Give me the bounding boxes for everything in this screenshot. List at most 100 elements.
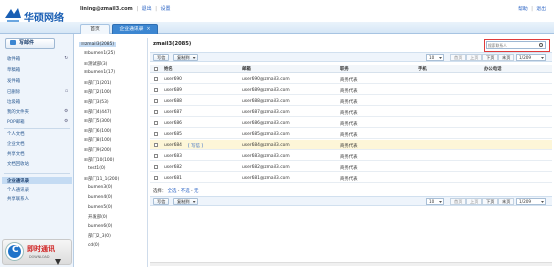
expand-icon[interactable]: ⊞ [84, 90, 88, 95]
tree-item[interactable]: ⊞部门5(300) [84, 118, 111, 124]
column-header-phone[interactable]: 办公电话 [484, 66, 502, 72]
close-icon[interactable]: × [146, 27, 150, 32]
tree-item[interactable]: ⊞部门11_1(200) [84, 176, 119, 182]
contact-email[interactable]: user683@zmail3.com [242, 154, 290, 159]
table-row[interactable]: user689 user689@zmail3.com 商务代表 [150, 85, 552, 95]
tab-enterprise-contacts[interactable]: 企业通讯录 × [112, 24, 158, 34]
row-checkbox[interactable] [154, 88, 158, 92]
table-row[interactable]: user688 user688@zmail3.com 商务代表 [150, 96, 552, 106]
tab-home[interactable]: 首页 [80, 24, 110, 34]
row-checkbox[interactable] [154, 154, 158, 158]
sidebar-item-shared-docs[interactable]: 共享文档 [7, 151, 25, 157]
sidebar-item-deleted[interactable]: 已删除 [7, 89, 20, 95]
contact-email[interactable]: user690@zmail3.com [242, 77, 290, 82]
tree-item[interactable]: ⊞部门2(100) [84, 89, 111, 95]
tree-item[interactable]: ⊞部门1(201) [84, 80, 111, 86]
tree-item[interactable]: ⊞部门6(100) [84, 128, 111, 134]
table-row[interactable]: user683 user683@zmail3.com 商务代表 [150, 151, 552, 161]
sidebar-item-personal-docs[interactable]: 个人文档 [7, 131, 25, 137]
table-row[interactable]: user687 user687@zmail3.com 商务代表 [150, 107, 552, 117]
expand-icon[interactable]: ⊞ [84, 62, 88, 67]
tree-item[interactable]: bumen5(0) [84, 205, 112, 210]
expand-icon[interactable]: ⊞ [84, 177, 88, 182]
expand-icon[interactable]: ⊞ [84, 148, 88, 153]
page-select[interactable]: 1/209 [516, 54, 546, 61]
copy-to-dropdown[interactable]: 复制到 [173, 54, 198, 61]
row-checkbox[interactable] [154, 165, 158, 169]
tree-item[interactable]: bumen3(0) [84, 185, 112, 190]
sidebar-item-drafts[interactable]: 草稿箱 [7, 67, 20, 73]
sidebar-item-shared-contacts[interactable]: 共享联系人 [7, 196, 29, 202]
expand-icon[interactable]: ⊞ [84, 119, 88, 124]
expand-icon[interactable]: ⊞ [84, 129, 88, 134]
page-size-select[interactable]: 10 [426, 54, 444, 61]
refresh-icon[interactable]: ↻ [64, 56, 68, 61]
tree-item[interactable]: bumen4(0) [84, 195, 112, 200]
sidebar-item-inbox[interactable]: 收件箱 [7, 56, 20, 62]
tree-item[interactable]: 部门2_3(0) [84, 233, 111, 239]
sidebar-item-personal-contacts[interactable]: 个人通讯录 [7, 187, 29, 193]
tree-root[interactable]: ⊟zmail3(2085) [79, 42, 117, 47]
expand-icon[interactable]: ⊞ [84, 51, 88, 56]
tree-item[interactable]: ⊞bumen1(17) [84, 70, 115, 75]
prev-page-button[interactable]: 上页 [466, 198, 483, 205]
last-page-button[interactable]: 末页 [498, 198, 515, 205]
column-header-title[interactable]: 职务 [340, 66, 349, 72]
select-all-checkbox[interactable] [154, 67, 158, 71]
contact-email[interactable]: user684@zmail3.com [242, 143, 290, 148]
write-button[interactable]: 写信 [153, 198, 170, 205]
prev-page-button[interactable]: 上页 [466, 54, 483, 61]
row-checkbox[interactable] [154, 132, 158, 136]
sidebar-item-doc-recycle[interactable]: 文档回收站 [7, 161, 29, 167]
row-checkbox[interactable] [154, 99, 158, 103]
table-row[interactable]: user685 user685@zmail3.com 商务代表 [150, 129, 552, 139]
row-checkbox[interactable] [154, 77, 158, 81]
table-row[interactable]: user682 user682@zmail3.com 商务代表 [150, 162, 552, 172]
column-header-name[interactable]: 姓名 [164, 66, 173, 72]
tree-item[interactable]: ⊞部门3(53) [84, 99, 109, 105]
expand-icon[interactable]: ⊞ [84, 138, 88, 143]
exit-link[interactable]: 退出 [536, 7, 546, 12]
next-page-button[interactable]: 下页 [482, 198, 499, 205]
row-checkbox[interactable] [154, 121, 158, 125]
select-empty-link[interactable]: 无 [194, 189, 198, 194]
settings-link[interactable]: 设置 [161, 6, 171, 12]
row-checkbox[interactable] [154, 110, 158, 114]
clear-icon[interactable]: ▫ [65, 89, 68, 94]
sidebar-item-pop[interactable]: POP邮箱 [7, 119, 25, 125]
next-page-button[interactable]: 下页 [482, 54, 499, 61]
tree-item[interactable]: 开发部(0) [84, 214, 107, 220]
sidebar-item-my-folders[interactable]: 我的文件夹 [7, 109, 29, 115]
tree-item[interactable]: ⊞部门8(100) [84, 137, 111, 143]
settings-gear-icon[interactable]: ⚙ [64, 109, 68, 114]
last-page-button[interactable]: 末页 [498, 54, 515, 61]
page-select[interactable]: 1/209 [516, 198, 546, 205]
column-header-mobile[interactable]: 手机 [418, 66, 427, 72]
tree-item[interactable]: ⊞部门4(447) [84, 109, 111, 115]
write-mail-link[interactable]: [ 写信 ] [188, 143, 203, 149]
tree-item[interactable]: ⊞测试部(3) [84, 61, 107, 67]
table-row[interactable]: user686 user686@zmail3.com 商务代表 [150, 118, 552, 128]
tree-item[interactable]: cd(0) [84, 243, 99, 248]
logout-link[interactable]: 退出 [142, 6, 152, 12]
expand-icon[interactable]: ⊞ [84, 70, 88, 75]
expand-icon[interactable]: ⊞ [84, 81, 88, 86]
sidebar-item-enterprise-contacts[interactable]: 企业通讯录 [7, 178, 29, 184]
tree-item[interactable]: ⊞部门10(100) [84, 157, 114, 163]
sidebar-item-company-docs[interactable]: 企业文档 [7, 141, 25, 147]
first-page-button[interactable]: 首页 [450, 198, 467, 205]
tree-item[interactable]: ⊞bumen1(25) [84, 51, 115, 56]
contact-email[interactable]: user682@zmail3.com [242, 165, 290, 170]
tree-item[interactable]: ⊞部门9(200) [84, 147, 111, 153]
copy-to-dropdown[interactable]: 复制到 [173, 198, 198, 205]
select-none-link[interactable]: 不选 [181, 189, 190, 194]
tree-item[interactable]: bumen6(0) [84, 224, 112, 229]
horizontal-scrollbar[interactable] [150, 262, 552, 266]
tree-item[interactable]: test1(0) [84, 166, 105, 171]
compose-button[interactable]: 写邮件 [5, 38, 55, 49]
table-row[interactable]: user681 user681@zmail3.com 商务代表 [150, 173, 552, 183]
table-row[interactable]: user690 user690@zmail3.com 商务代表 [150, 74, 552, 84]
collapse-icon[interactable]: ⊟ [81, 42, 85, 47]
contact-email[interactable]: user685@zmail3.com [242, 132, 290, 137]
expand-icon[interactable]: ⊞ [84, 110, 88, 115]
